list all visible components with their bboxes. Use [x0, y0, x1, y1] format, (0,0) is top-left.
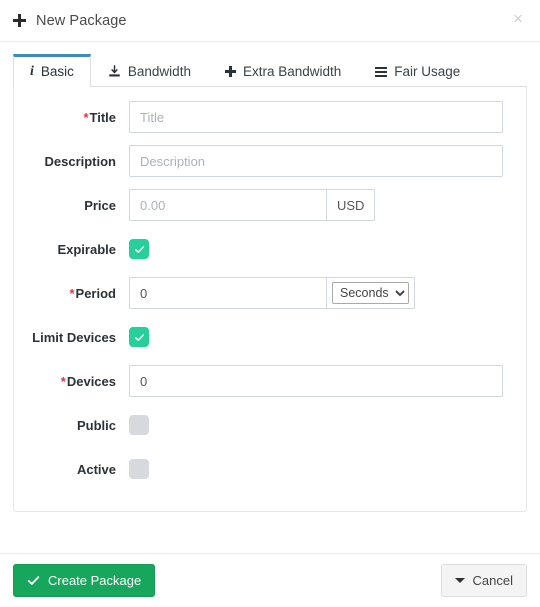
price-field-wrap: USD [129, 189, 526, 221]
active-checkbox[interactable] [129, 459, 149, 479]
caret-down-icon [454, 578, 465, 583]
limit-devices-field-wrap [129, 327, 526, 347]
expirable-field-wrap [129, 239, 526, 259]
title-label-text: Title [89, 109, 117, 125]
period-input-group: Seconds [129, 277, 415, 309]
price-currency-addon: USD [326, 189, 376, 221]
tab-panel-basic: *Title Description Price USD [13, 87, 527, 512]
description-field-wrap [129, 145, 526, 177]
create-package-button[interactable]: Create Package [13, 564, 156, 597]
new-package-modal: New Package × i Basic Bandwidth Extra Ba… [0, 0, 540, 607]
close-icon[interactable]: × [510, 10, 526, 27]
period-unit-addon: Seconds [326, 277, 415, 309]
form-row-limit-devices: Limit Devices [14, 320, 526, 354]
tab-basic[interactable]: i Basic [13, 54, 91, 87]
title-label: *Title [14, 110, 129, 125]
expirable-checkbox[interactable] [129, 239, 149, 259]
price-label: Price [84, 197, 116, 213]
period-input[interactable] [129, 277, 326, 309]
limit-devices-label: Limit Devices [32, 329, 116, 345]
tab-list: i Basic Bandwidth Extra Bandwidth Fair U… [13, 54, 527, 87]
form-row-title: *Title [14, 100, 526, 134]
check-icon [27, 576, 40, 585]
download-icon [108, 65, 121, 78]
tab-bandwidth-label: Bandwidth [127, 64, 191, 79]
form-row-period: *Period Seconds [14, 276, 526, 310]
devices-field-wrap [129, 365, 526, 397]
form-row-expirable: Expirable [14, 232, 526, 266]
modal-footer: Create Package Cancel [0, 553, 540, 607]
tab-extra-bandwidth-label: Extra Bandwidth [242, 64, 342, 79]
info-icon: i [30, 63, 34, 79]
cancel-button[interactable]: Cancel [440, 564, 527, 597]
tab-fair-usage[interactable]: Fair Usage [358, 54, 477, 87]
plus-icon [224, 66, 236, 77]
tab-bandwidth[interactable]: Bandwidth [91, 54, 208, 87]
required-marker: * [60, 373, 66, 389]
period-field-wrap: Seconds [129, 277, 526, 309]
form-row-devices: *Devices [14, 364, 526, 398]
price-input-group: USD [129, 189, 376, 221]
active-label: Active [76, 461, 116, 477]
required-marker: * [83, 109, 89, 125]
active-field-wrap [129, 459, 526, 479]
public-field-wrap [129, 415, 526, 435]
period-label: *Period [14, 286, 129, 301]
create-package-label: Create Package [48, 573, 142, 588]
required-marker: * [69, 285, 75, 301]
footer-spacer [0, 512, 540, 553]
public-checkbox[interactable] [129, 415, 149, 435]
devices-input[interactable] [129, 365, 503, 397]
modal-header: New Package × [0, 0, 540, 42]
description-label: Description [44, 153, 116, 169]
cancel-label: Cancel [472, 573, 513, 588]
modal-title: New Package [13, 13, 127, 29]
description-input[interactable] [129, 145, 503, 177]
title-input[interactable] [129, 101, 503, 133]
period-unit-select[interactable]: Seconds [332, 282, 409, 304]
form-row-public: Public [14, 408, 526, 442]
period-label-text: Period [75, 285, 116, 301]
plus-icon [13, 14, 26, 27]
bars-icon [375, 66, 388, 77]
form-row-price: Price USD [14, 188, 526, 222]
form-row-description: Description [14, 144, 526, 178]
expirable-label: Expirable [57, 241, 116, 257]
title-field-wrap [129, 101, 526, 133]
price-input[interactable] [129, 189, 326, 221]
devices-label-text: Devices [66, 373, 116, 389]
devices-label: *Devices [14, 374, 129, 389]
tab-basic-label: Basic [40, 64, 74, 79]
tab-extra-bandwidth[interactable]: Extra Bandwidth [208, 54, 358, 87]
modal-title-text: New Package [36, 12, 127, 29]
form-row-active: Active [14, 452, 526, 486]
limit-devices-checkbox[interactable] [129, 327, 149, 347]
tab-fair-usage-label: Fair Usage [394, 64, 461, 79]
tabs-container: i Basic Bandwidth Extra Bandwidth Fair U… [0, 42, 540, 87]
public-label: Public [76, 417, 116, 433]
